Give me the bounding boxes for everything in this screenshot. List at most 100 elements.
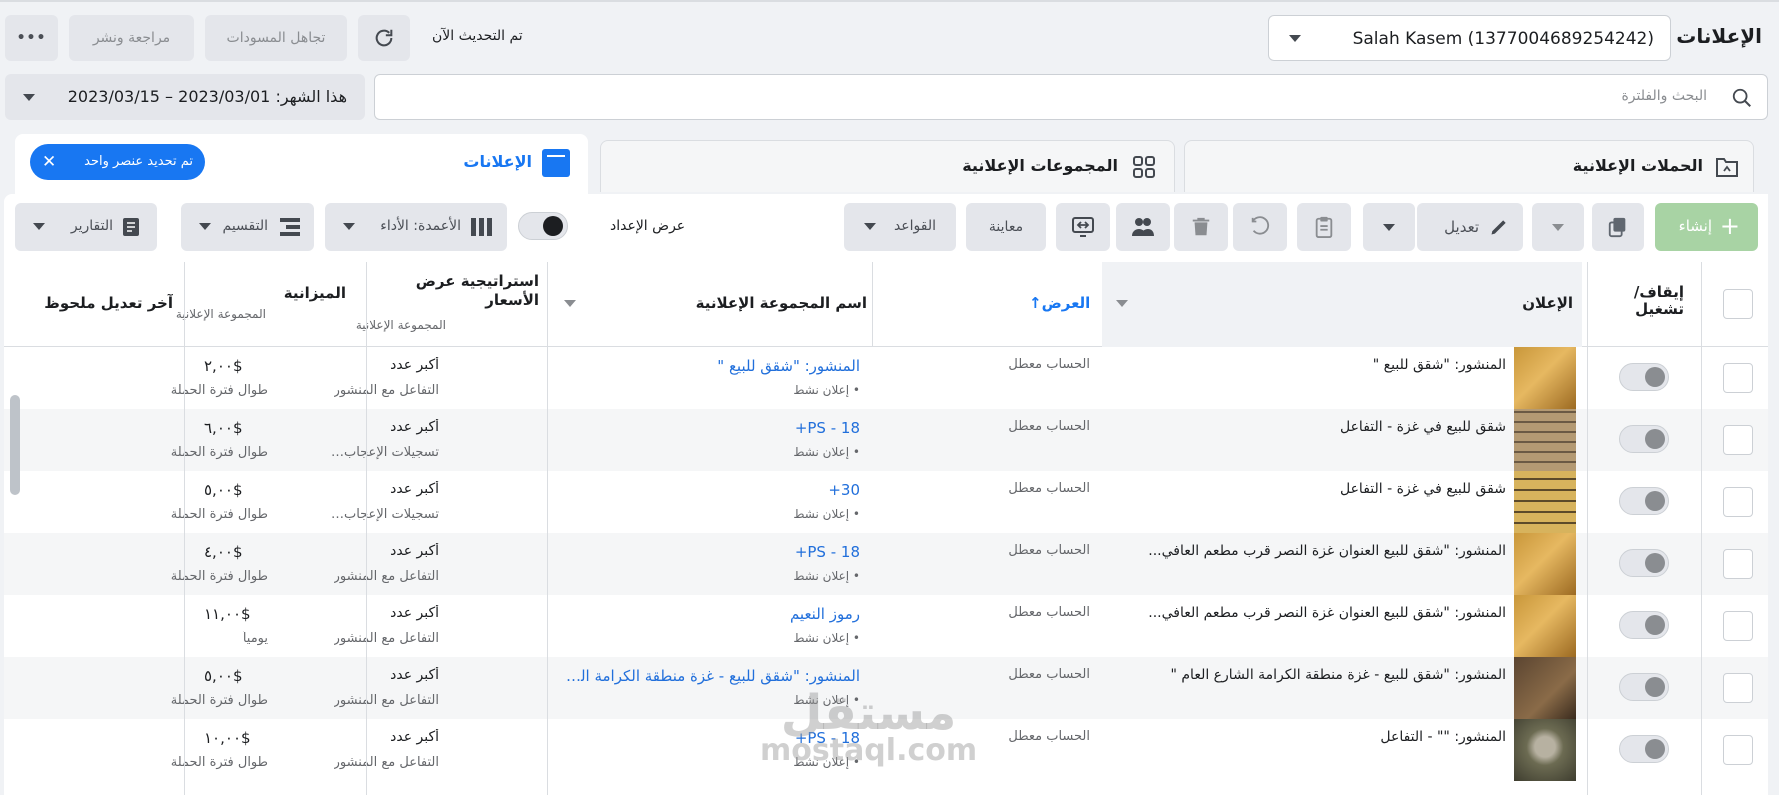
table-row[interactable]: المنشور: "شقق للبيع " الحساب معطّل المنش… xyxy=(4,347,1768,409)
preview-label: معاينة xyxy=(988,219,1024,235)
review-publish-button[interactable]: مراجعة ونشر xyxy=(69,15,194,61)
row-checkbox[interactable] xyxy=(1723,363,1753,393)
ad-name[interactable]: المنشور: "شقق للبيع العنوان غزة النصر قر… xyxy=(1148,605,1506,621)
chevron-down-icon xyxy=(1289,35,1301,42)
setup-toggle-label: عرض الإعداد xyxy=(610,218,686,234)
search-bar[interactable]: البحث والفلترة xyxy=(374,74,1768,120)
undo-button[interactable] xyxy=(1233,203,1287,251)
rules-button[interactable]: القواعد xyxy=(844,203,956,251)
more-button[interactable]: ••• xyxy=(5,15,58,61)
table-row[interactable]: المنشور: "شقق للبيع العنوان غزة النصر قر… xyxy=(4,595,1768,657)
reports-button[interactable]: التقارير xyxy=(15,203,157,251)
audience-button[interactable] xyxy=(1116,203,1170,251)
adset-link[interactable]: المنشور: "شقق للبيع - غزة منطقة الكرامة … xyxy=(555,667,860,685)
bid-strategy: أكبر عدد xyxy=(390,481,439,497)
chevron-down-icon xyxy=(199,223,211,230)
delivery-status: الحساب معطّل xyxy=(1008,481,1090,496)
scrollbar[interactable] xyxy=(10,395,20,495)
chevron-down-icon xyxy=(1383,223,1395,231)
bid-strategy: أكبر عدد xyxy=(390,729,439,745)
ad-toggle[interactable] xyxy=(1619,611,1669,639)
ab-test-button[interactable] xyxy=(1056,203,1110,251)
table-row[interactable]: شقق للبيع في غزة - التفاعل الحساب معطّل … xyxy=(4,409,1768,471)
col-ad-sort-area[interactable] xyxy=(1102,262,1582,347)
ad-name[interactable]: المنشور: "" - التفاعل xyxy=(1380,729,1506,745)
ad-name[interactable]: شقق للبيع في غزة - التفاعل xyxy=(1340,419,1506,435)
delete-button[interactable] xyxy=(1174,203,1228,251)
bid-strategy-detail: تسجيلات الإعجاب بالصـ... xyxy=(329,507,439,522)
breakdown-icon xyxy=(280,218,300,236)
row-checkbox[interactable] xyxy=(1723,611,1753,641)
adset-link[interactable]: المنشور: "شقق للبيع " xyxy=(717,357,860,375)
budget-period: طوال فترة الحملة xyxy=(170,755,268,770)
create-label: إنشاء xyxy=(1678,217,1712,235)
search-input[interactable]: البحث والفلترة xyxy=(1621,88,1707,104)
toggle-knob xyxy=(1645,739,1665,759)
adset-link[interactable]: PS - 18+ xyxy=(795,543,860,561)
setup-toggle[interactable] xyxy=(518,212,568,240)
date-range-picker[interactable]: هذا الشهر: 2023/03/01 – 2023/03/15 xyxy=(5,74,365,120)
bid-strategy: أكبر عدد xyxy=(390,667,439,683)
duplicate-dropdown[interactable] xyxy=(1532,203,1584,251)
row-checkbox[interactable] xyxy=(1723,549,1753,579)
edit-button[interactable]: تعديل xyxy=(1417,203,1523,251)
ad-toggle[interactable] xyxy=(1619,363,1669,391)
col-adset-header[interactable]: اسم المجموعة الإعلانية xyxy=(696,294,867,312)
row-checkbox[interactable] xyxy=(1723,735,1753,765)
ad-toggle[interactable] xyxy=(1619,487,1669,515)
ad-toggle[interactable] xyxy=(1619,673,1669,701)
discard-drafts-button[interactable]: تجاهل المسودات xyxy=(205,15,347,61)
col-bid-header[interactable]: استراتيجية عرض الأسعار xyxy=(374,272,539,310)
ad-name[interactable]: المنشور: "شقق للبيع العنوان غزة النصر قر… xyxy=(1148,543,1506,559)
col-onoff-header[interactable]: إيقاف/ تشغيل xyxy=(1599,284,1684,318)
preview-button[interactable]: معاينة xyxy=(966,203,1046,251)
budget-value: ٦,٠٠$ xyxy=(204,419,243,437)
adset-link[interactable]: PS - 18+ xyxy=(795,419,860,437)
budget-period: طوال فترة الحملة xyxy=(170,569,268,584)
edit-dropdown[interactable] xyxy=(1363,203,1415,251)
col-divider xyxy=(547,262,548,795)
row-checkbox[interactable] xyxy=(1723,487,1753,517)
refresh-button[interactable] xyxy=(358,15,410,61)
chevron-down-icon[interactable] xyxy=(564,300,576,307)
ad-toggle[interactable] xyxy=(1619,425,1669,453)
pencil-icon xyxy=(1491,220,1506,235)
tab-ads[interactable]: الإعلانات ✕ تم تحديد عنصر واحد xyxy=(15,134,588,194)
duplicate-button[interactable] xyxy=(1592,203,1644,251)
row-checkbox[interactable] xyxy=(1723,425,1753,455)
tab-adsets[interactable]: المجموعات الإعلانية xyxy=(600,140,1175,192)
bid-strategy-detail: التفاعل مع المنشور xyxy=(333,631,439,646)
ad-toggle[interactable] xyxy=(1619,735,1669,763)
tab-campaigns[interactable]: الحملات الإعلانية xyxy=(1184,140,1754,192)
selected-chip[interactable]: ✕ تم تحديد عنصر واحد xyxy=(30,144,205,180)
clipboard-button[interactable] xyxy=(1297,203,1351,251)
refresh-icon xyxy=(375,29,393,47)
delivery-status: الحساب معطّل xyxy=(1008,543,1090,558)
col-lastedit-header[interactable]: آخر تعديل ملحوظ xyxy=(44,294,173,312)
adset-link[interactable]: رموز النعيم xyxy=(790,605,860,623)
columns-label: الأعمدة: الأداء xyxy=(380,218,461,234)
ad-toggle[interactable] xyxy=(1619,549,1669,577)
ad-name[interactable]: المنشور: "شقق للبيع " xyxy=(1373,357,1506,373)
adset-link[interactable]: 30+ xyxy=(828,481,860,499)
account-selector[interactable]: Salah Kasem (1377004689254242) xyxy=(1268,15,1671,61)
create-button[interactable]: + إنشاء xyxy=(1655,203,1758,251)
table-row[interactable]: شقق للبيع في غزة - التفاعل الحساب معطّل … xyxy=(4,471,1768,533)
breakdown-button[interactable]: التقسيم xyxy=(181,203,314,251)
row-checkbox[interactable] xyxy=(1723,673,1753,703)
toggle-knob xyxy=(1645,367,1665,387)
close-icon[interactable]: ✕ xyxy=(42,152,56,172)
col-budget-header[interactable]: الميزانية xyxy=(284,284,346,302)
col-delivery-header[interactable]: ↑العرض xyxy=(1029,294,1090,312)
select-all-checkbox[interactable] xyxy=(1723,289,1753,319)
budget-period: طوال فترة الحملة xyxy=(170,693,268,708)
chevron-down-icon[interactable] xyxy=(1116,300,1128,307)
delivery-status: الحساب معطّل xyxy=(1008,357,1090,372)
columns-button[interactable]: الأعمدة: الأداء xyxy=(325,203,507,251)
ad-name[interactable]: المنشور: "شقق للبيع - غزة منطقة الكرامة … xyxy=(1171,667,1507,683)
budget-value: ١١,٠٠$ xyxy=(204,605,251,623)
search-icon xyxy=(1732,88,1751,107)
table-row[interactable]: المنشور: "شقق للبيع العنوان غزة النصر قر… xyxy=(4,533,1768,595)
ad-name[interactable]: شقق للبيع في غزة - التفاعل xyxy=(1340,481,1506,497)
plus-icon: + xyxy=(1719,212,1740,240)
